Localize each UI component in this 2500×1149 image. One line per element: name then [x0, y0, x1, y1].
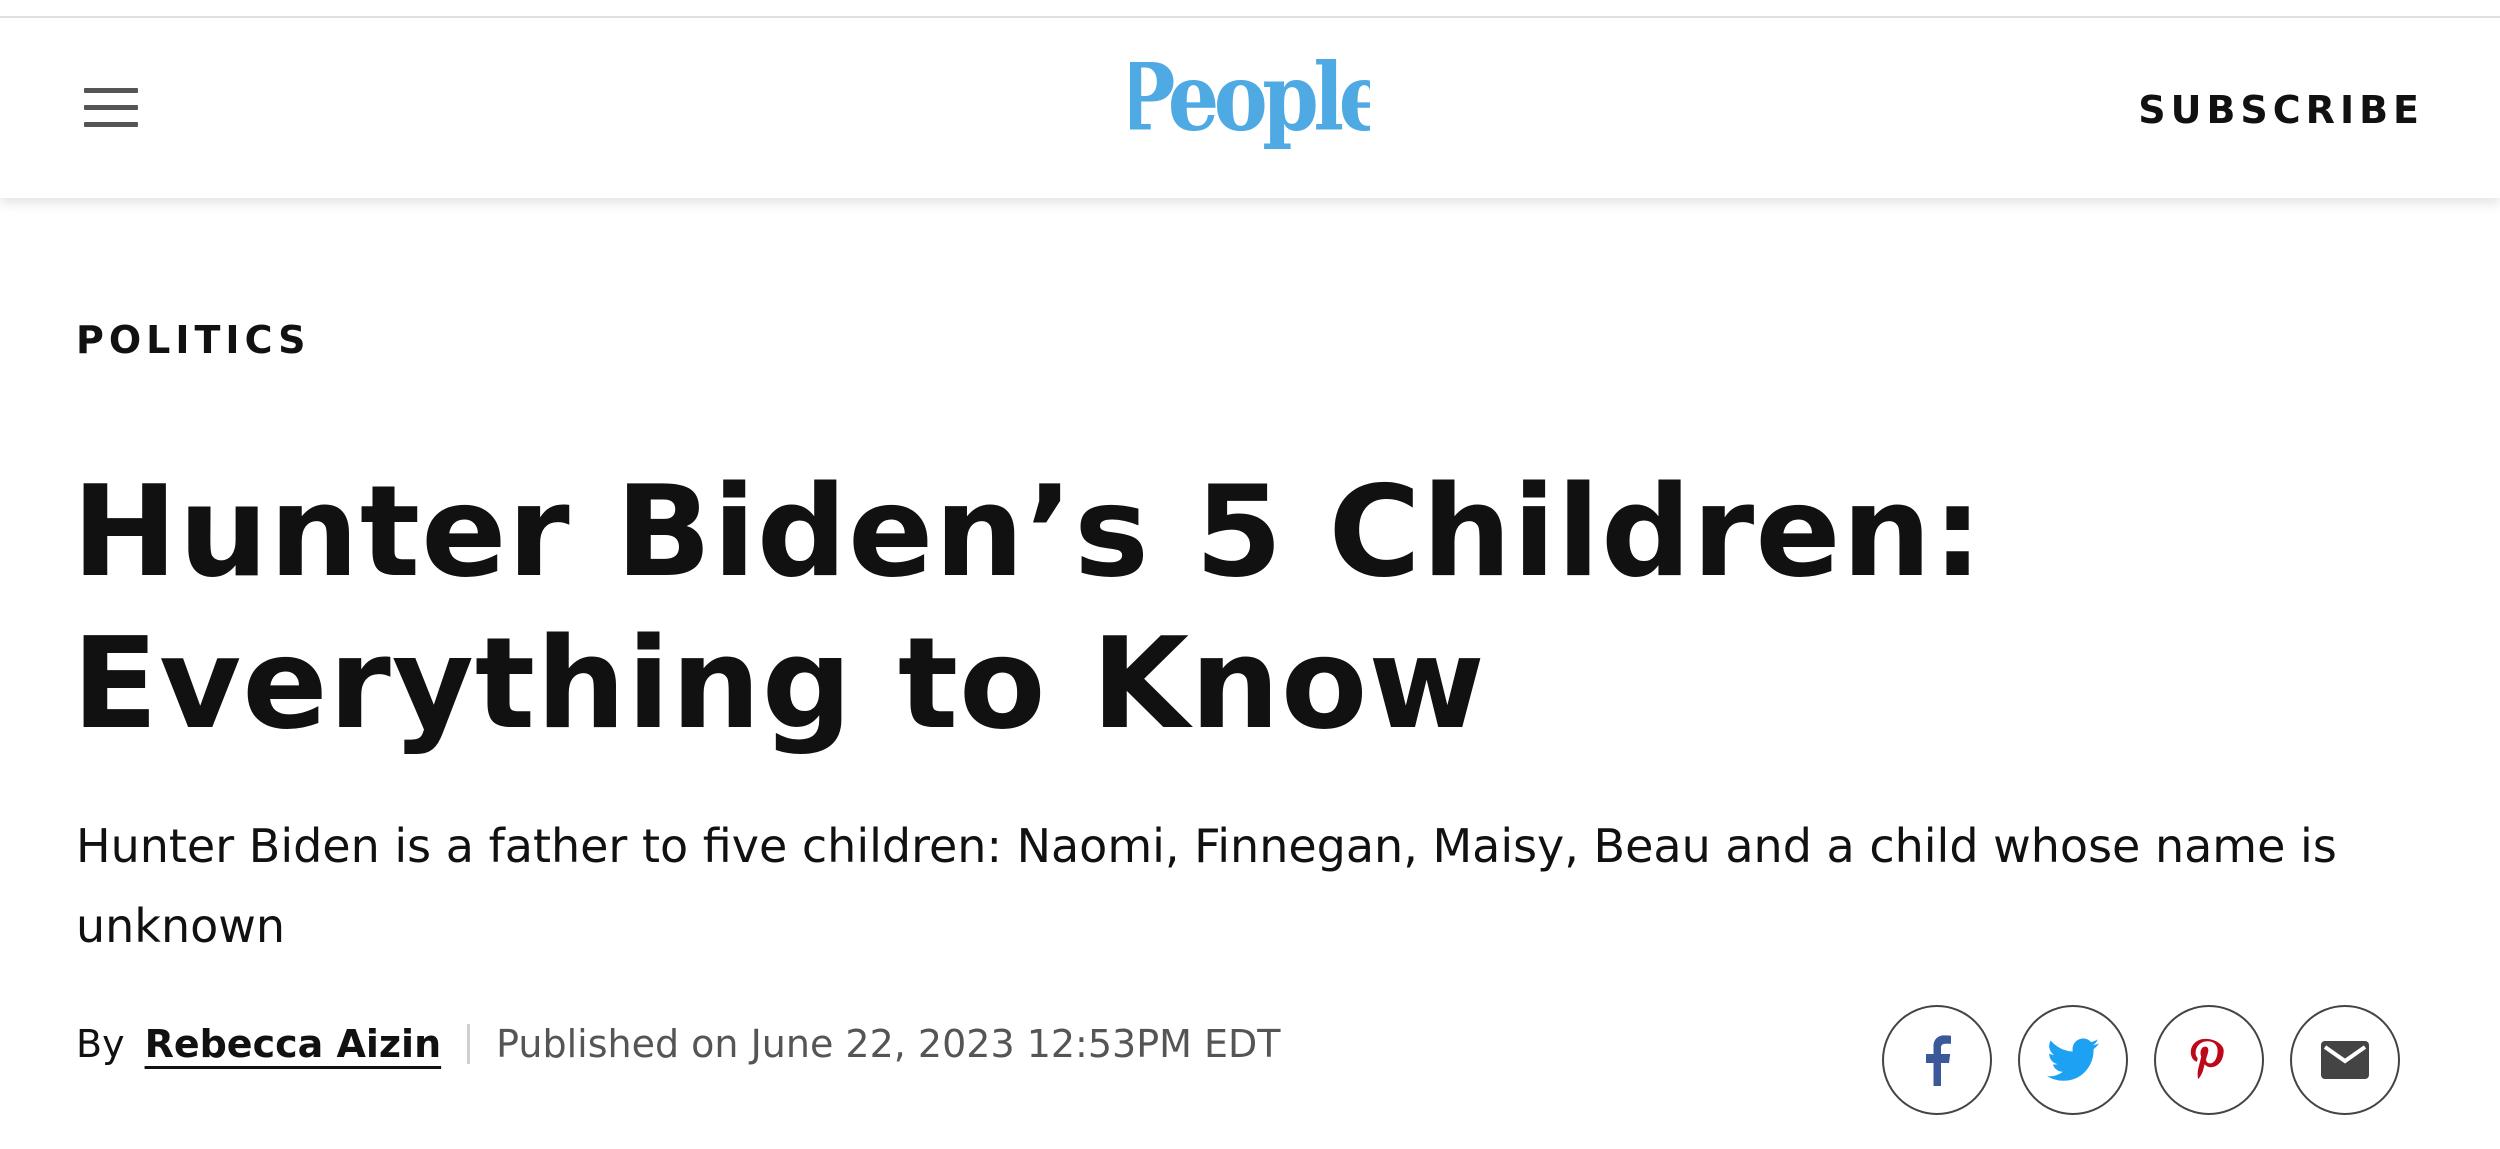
byline-prefix: By [76, 1022, 125, 1066]
twitter-share-button[interactable] [2018, 1005, 2128, 1115]
email-icon [2321, 1041, 2369, 1079]
twitter-icon [2047, 1038, 2099, 1081]
publish-date: Published on June 22, 2023 12:53PM EDT [496, 1022, 1281, 1066]
facebook-icon [1926, 1035, 1951, 1086]
article-headline: Hunter Biden’s 5 Children: Everything to… [72, 458, 1984, 757]
pinterest-share-button[interactable] [2154, 1005, 2264, 1115]
category-label[interactable]: POLITICS [76, 318, 311, 362]
pinterest-icon [2190, 1038, 2224, 1079]
site-header: People SUBSCRIBE [0, 18, 2500, 198]
facebook-share-button[interactable] [1882, 1005, 1992, 1115]
author-link[interactable]: Rebecca Aizin [145, 1022, 442, 1066]
browser-top-strip [0, 0, 2500, 18]
byline: By Rebecca Aizin Published on June 22, 2… [76, 1022, 1280, 1066]
subscribe-button[interactable]: SUBSCRIBE [2138, 88, 2424, 132]
people-logo[interactable]: People [1115, 44, 1393, 162]
logo-text: People [1130, 52, 1370, 152]
article-dek: Hunter Biden is a father to five childre… [76, 819, 2337, 953]
byline-divider [467, 1024, 471, 1064]
menu-icon[interactable] [84, 88, 138, 128]
email-share-button[interactable] [2290, 1005, 2400, 1115]
